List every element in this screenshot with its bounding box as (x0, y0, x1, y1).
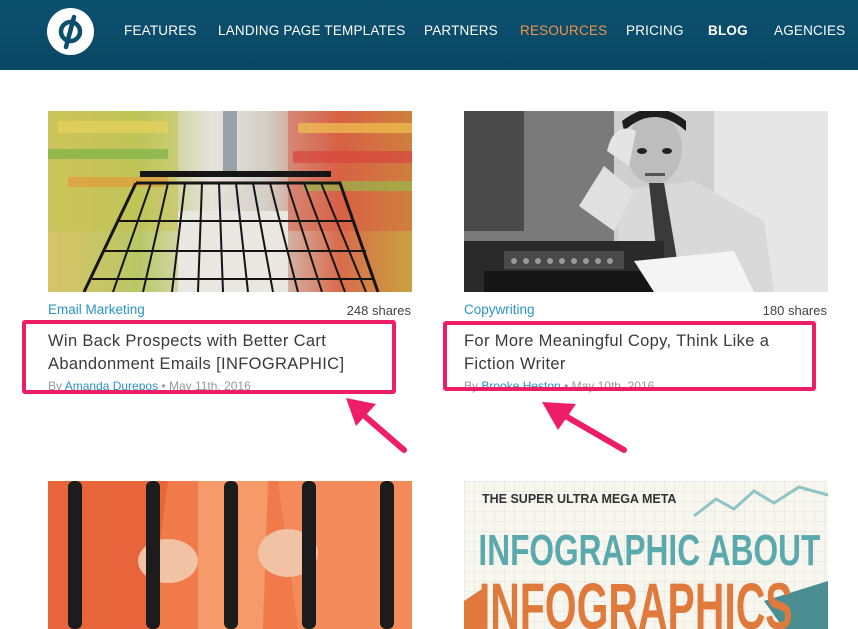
title-highlight-box (22, 320, 396, 394)
post-category[interactable]: Email Marketing (48, 302, 145, 317)
nav-pricing[interactable]: PRICING (626, 23, 684, 38)
post-category[interactable]: Copywriting (464, 302, 535, 317)
infographic-about-infographics-image[interactable]: THE SUPER ULTRA MEGA META INFOGRAPHIC AB… (464, 481, 828, 629)
nav-agencies[interactable]: AGENCIES (774, 23, 845, 38)
infographic-line1: THE SUPER ULTRA MEGA META (482, 492, 676, 506)
nav-features[interactable]: FEATURES (124, 23, 197, 38)
nav-resources[interactable]: RESOURCES (520, 23, 607, 38)
share-count: 248 shares (346, 303, 411, 318)
top-navigation-bar: FEATURES LANDING PAGE TEMPLATES PARTNERS… (0, 0, 858, 70)
title-highlight-box (443, 321, 816, 391)
infographic-line3: INFOGRAPHICS (479, 569, 793, 629)
annotation-arrow-icon (346, 398, 407, 453)
annotation-arrow-icon (542, 402, 627, 453)
prison-bars-photo[interactable] (48, 481, 412, 629)
nav-landing-page-templates[interactable]: LANDING PAGE TEMPLATES (218, 23, 405, 38)
shopping-cart-photo[interactable] (48, 111, 412, 292)
share-count: 180 shares (762, 303, 827, 318)
nav-blog[interactable]: BLOG (708, 23, 748, 38)
unbounce-logo-icon[interactable] (47, 8, 94, 55)
nav-partners[interactable]: PARTNERS (424, 23, 498, 38)
writer-at-typewriter-photo[interactable] (464, 111, 828, 292)
